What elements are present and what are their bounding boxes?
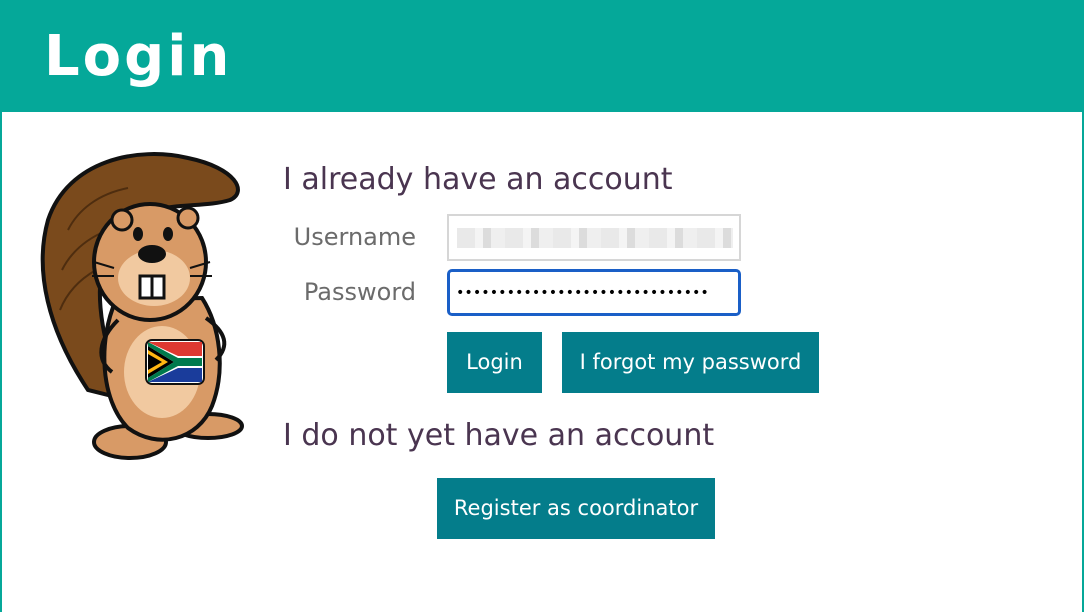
register-coordinator-button[interactable]: Register as coordinator [437, 478, 715, 539]
login-page: Login I already have an account Username… [0, 0, 1084, 612]
username-label: Username [293, 223, 416, 251]
south-africa-flag-icon [145, 339, 205, 385]
password-label: Password [303, 278, 416, 306]
page-title: Login [44, 24, 233, 89]
username-input[interactable] [447, 214, 741, 261]
existing-account-heading: I already have an account [283, 162, 673, 197]
login-button[interactable]: Login [447, 332, 542, 393]
page-header: Login [2, 0, 1084, 112]
forgot-password-button[interactable]: I forgot my password [562, 332, 819, 393]
new-account-heading: I do not yet have an account [283, 418, 715, 453]
password-input[interactable] [447, 269, 741, 316]
beaver-mascot-icon [40, 152, 244, 460]
